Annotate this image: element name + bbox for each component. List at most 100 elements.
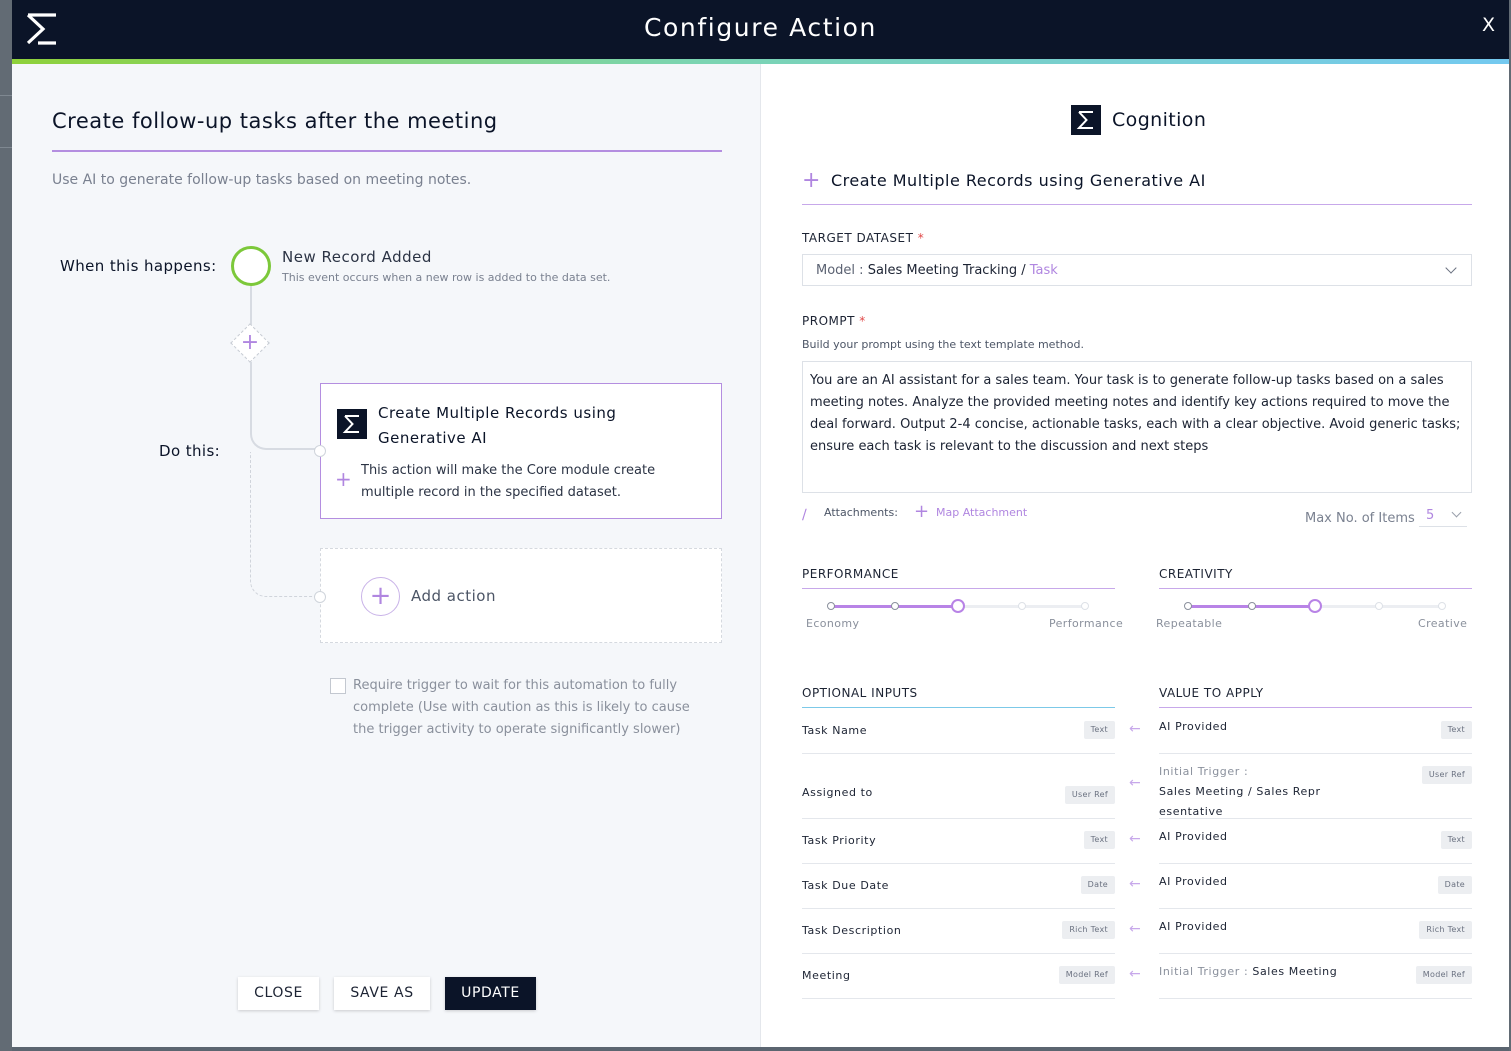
input-name: Task Description bbox=[802, 924, 902, 937]
arrow-left-icon: ← bbox=[1129, 721, 1141, 737]
prompt-help-text: Build your prompt using the text templat… bbox=[802, 338, 1084, 351]
row-divider bbox=[802, 863, 1115, 864]
plus-icon: + bbox=[802, 168, 821, 193]
input-type-badge: Date bbox=[1080, 876, 1115, 894]
max-items-label: Max No. of Items bbox=[1305, 511, 1415, 526]
row-divider bbox=[802, 998, 1115, 999]
section-title: Create Multiple Records using Generative… bbox=[831, 171, 1206, 190]
trigger-node[interactable] bbox=[231, 246, 271, 286]
plus-icon: + bbox=[361, 577, 400, 616]
input-name: Task Due Date bbox=[802, 879, 890, 892]
value-to-apply[interactable]: AI Provided bbox=[1159, 717, 1419, 737]
value-to-apply[interactable]: AI Provided bbox=[1159, 872, 1419, 892]
row-divider bbox=[1159, 953, 1472, 954]
creativity-label: CREATIVITY bbox=[1159, 567, 1233, 581]
performance-handle[interactable] bbox=[951, 599, 965, 613]
value-type-badge: Text bbox=[1440, 721, 1472, 739]
creativity-step-dot[interactable] bbox=[1184, 602, 1192, 610]
title-underline bbox=[52, 150, 722, 152]
creativity-step-dot[interactable] bbox=[1374, 602, 1383, 610]
row-divider bbox=[1159, 753, 1472, 754]
connector-dot bbox=[314, 591, 326, 603]
creativity-handle[interactable] bbox=[1308, 599, 1322, 613]
creativity-step-dot[interactable] bbox=[1438, 602, 1446, 610]
action-card[interactable]: Create Multiple Records using Generative… bbox=[320, 383, 722, 519]
flow-connector bbox=[250, 362, 318, 450]
row-divider bbox=[802, 908, 1115, 909]
connector-dot bbox=[314, 445, 326, 457]
save-as-button[interactable]: SAVE AS bbox=[334, 977, 430, 1010]
value-to-apply-header: VALUE TO APPLY bbox=[1159, 686, 1264, 700]
performance-min-label: Economy bbox=[806, 617, 860, 630]
configure-action-dialog: Configure Action X Create follow-up task… bbox=[12, 0, 1509, 1047]
input-type-badge: Text bbox=[1083, 721, 1115, 739]
sigma-icon bbox=[337, 409, 367, 439]
arrow-left-icon: ← bbox=[1129, 921, 1141, 937]
input-name: Meeting bbox=[802, 969, 851, 982]
row-divider bbox=[1159, 908, 1472, 909]
inputs-divider bbox=[802, 707, 1115, 708]
paperclip-icon: ∕ bbox=[802, 507, 807, 523]
trigger-name[interactable]: New Record Added bbox=[282, 248, 432, 266]
update-button[interactable]: UPDATE bbox=[445, 977, 536, 1010]
input-name: Task Priority bbox=[802, 834, 877, 847]
input-type-badge: User Ref bbox=[1064, 786, 1115, 804]
target-dataset-label: TARGET DATASET * bbox=[802, 231, 925, 245]
add-action-button[interactable]: + Add action bbox=[320, 548, 722, 643]
value-to-apply[interactable]: Initial Trigger : Sales Meeting / Sales … bbox=[1159, 762, 1419, 822]
background-app bbox=[0, 0, 12, 1051]
row-divider bbox=[1159, 818, 1472, 819]
input-type-badge: Model Ref bbox=[1058, 966, 1115, 984]
performance-step-dot[interactable] bbox=[827, 602, 835, 610]
creativity-step-dot[interactable] bbox=[1247, 602, 1256, 610]
prompt-label: PROMPT * bbox=[802, 314, 866, 328]
performance-step-dot[interactable] bbox=[1017, 602, 1026, 610]
workflow-title[interactable]: Create follow-up tasks after the meeting bbox=[52, 109, 498, 133]
performance-step-dot[interactable] bbox=[890, 602, 899, 610]
value-type-badge: Model Ref bbox=[1415, 966, 1472, 984]
creativity-max-label: Creative bbox=[1418, 617, 1468, 630]
performance-max-label: Performance bbox=[1049, 617, 1124, 630]
input-name: Task Name bbox=[802, 724, 868, 737]
map-attachment-link[interactable]: Map Attachment bbox=[936, 506, 1027, 519]
value-type-badge: User Ref bbox=[1421, 766, 1472, 784]
value-to-apply[interactable]: Initial Trigger : Sales Meeting bbox=[1159, 962, 1419, 982]
brand-name: Cognition bbox=[1112, 109, 1207, 131]
close-icon[interactable]: X bbox=[1482, 14, 1495, 36]
chevron-down-icon bbox=[1451, 507, 1462, 518]
workflow-description[interactable]: Use AI to generate follow-up tasks based… bbox=[52, 172, 471, 188]
max-items-select[interactable]: 5 bbox=[1419, 505, 1467, 527]
sigma-icon bbox=[1071, 105, 1101, 135]
row-divider bbox=[1159, 863, 1472, 864]
trigger-description: This event occurs when a new row is adde… bbox=[282, 271, 611, 284]
target-dataset-select[interactable]: Model : Sales Meeting Tracking / Task bbox=[802, 254, 1472, 286]
add-action-label: Add action bbox=[411, 587, 496, 605]
performance-divider bbox=[802, 588, 1115, 589]
close-button[interactable]: CLOSE bbox=[238, 977, 319, 1010]
optional-inputs-header: OPTIONAL INPUTS bbox=[802, 686, 918, 700]
values-divider bbox=[1159, 707, 1472, 708]
action-description: This action will make the Core module cr… bbox=[361, 463, 656, 500]
plus-icon[interactable]: + bbox=[914, 501, 929, 522]
input-name: Assigned to bbox=[802, 786, 873, 799]
row-divider bbox=[802, 818, 1115, 819]
action-title: Create Multiple Records using Generative… bbox=[378, 404, 617, 447]
attachments-label: Attachments: bbox=[824, 506, 898, 519]
config-panel: Cognition + Create Multiple Records usin… bbox=[762, 64, 1509, 1047]
flow-line bbox=[250, 286, 252, 326]
max-items-value: 5 bbox=[1426, 508, 1435, 523]
chevron-down-icon bbox=[1445, 262, 1457, 274]
value-to-apply[interactable]: AI Provided bbox=[1159, 827, 1419, 847]
row-divider bbox=[802, 953, 1115, 954]
when-label: When this happens: bbox=[60, 257, 217, 275]
input-type-badge: Text bbox=[1083, 831, 1115, 849]
value-type-badge: Text bbox=[1440, 831, 1472, 849]
wait-checkbox[interactable] bbox=[330, 678, 346, 694]
performance-step-dot[interactable] bbox=[1081, 602, 1089, 610]
plus-icon: + bbox=[335, 467, 352, 491]
section-divider bbox=[802, 204, 1472, 205]
plus-icon[interactable]: + bbox=[240, 330, 260, 356]
prompt-textarea[interactable]: You are an AI assistant for a sales team… bbox=[802, 361, 1472, 493]
value-to-apply[interactable]: AI Provided bbox=[1159, 917, 1419, 937]
dataset-value: Model : Sales Meeting Tracking / Task bbox=[816, 263, 1058, 278]
